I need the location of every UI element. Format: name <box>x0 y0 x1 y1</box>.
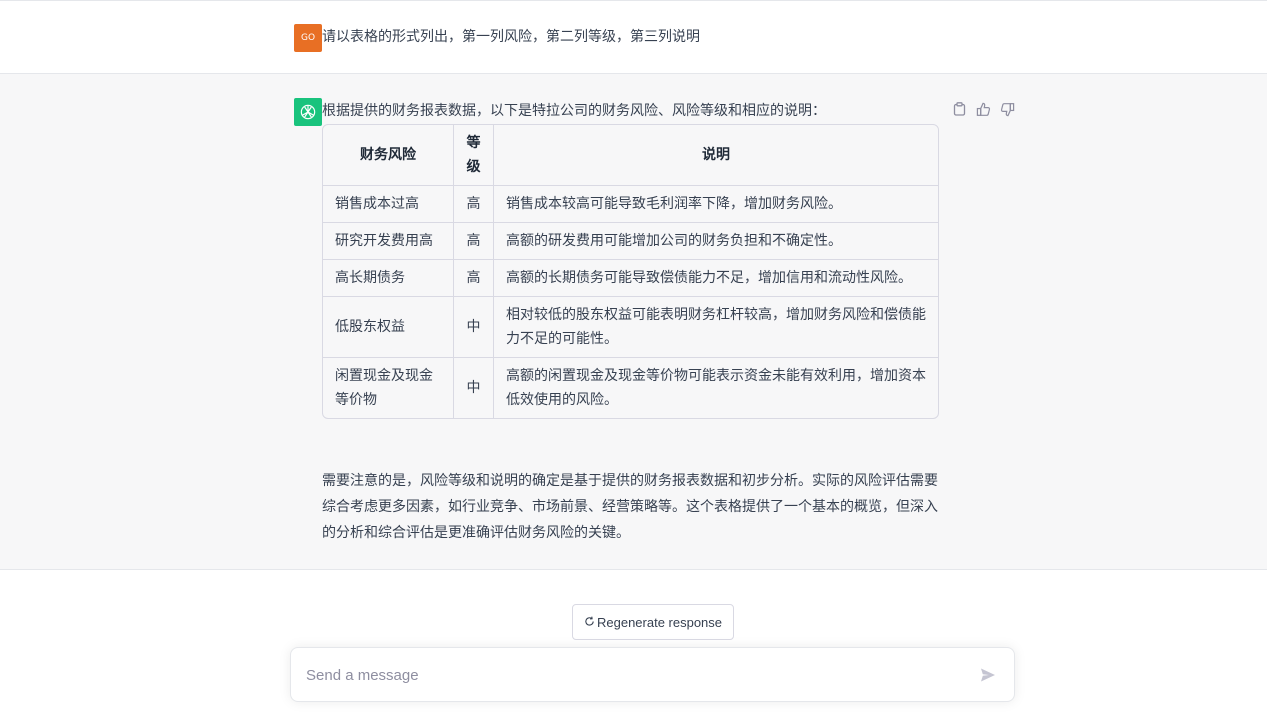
thumbs-down-icon[interactable] <box>998 100 1016 118</box>
message-actions <box>950 100 1016 118</box>
description-cell: 高额的闲置现金及现金等价物可能表示资金未能有效利用，增加资本低效使用的风险。 <box>506 368 926 408</box>
table-row: 闲置现金及现金等价物 中 高额的闲置现金及现金等价物可能表示资金未能有效利用，增… <box>323 358 938 418</box>
risk-table: 财务风险 等级 说明 销售成本过高 高 销售成本较高可能导致毛利润率下降，增加财… <box>322 124 939 419</box>
user-avatar: GO <box>294 24 322 52</box>
description-cell: 销售成本较高可能导致毛利润率下降，增加财务风险。 <box>494 186 938 223</box>
refresh-icon <box>584 615 595 630</box>
header-level: 等级 <box>454 125 494 186</box>
risk-cell: 高长期债务 <box>323 260 454 297</box>
risk-cell: 研究开发费用高 <box>323 223 454 260</box>
table-row: 销售成本过高 高 销售成本较高可能导致毛利润率下降，增加财务风险。 <box>323 186 938 223</box>
message-composer <box>290 647 1015 702</box>
user-message-text: 请以表格的形式列出，第一列风险，第二列等级，第三列说明 <box>322 29 700 45</box>
risk-cell: 闲置现金及现金等价物 <box>323 358 454 418</box>
level-cell: 高 <box>454 260 494 297</box>
regenerate-label: Regenerate response <box>596 614 723 630</box>
level-cell: 中 <box>454 358 494 418</box>
table-row: 低股东权益 中 相对较低的股东权益可能表明财务杠杆较高，增加财务风险和偿债能力不… <box>323 297 938 358</box>
risk-cell: 销售成本过高 <box>323 186 454 223</box>
header-risk: 财务风险 <box>323 125 454 186</box>
risk-cell: 低股东权益 <box>323 297 454 358</box>
table-header-row: 财务风险 等级 说明 <box>323 125 938 186</box>
assistant-note-text: 需要注意的是，风险等级和说明的确定是基于提供的财务报表数据和初步分析。实际的风险… <box>322 473 938 541</box>
header-description: 说明 <box>494 125 938 186</box>
level-cell: 高 <box>454 223 494 260</box>
copy-icon[interactable] <box>950 100 968 118</box>
level-cell: 高 <box>454 186 494 223</box>
thumbs-up-icon[interactable] <box>974 100 992 118</box>
message-input[interactable] <box>306 664 946 686</box>
send-icon[interactable] <box>977 664 999 686</box>
description-cell: 高额的研发费用可能增加公司的财务负担和不确定性。 <box>494 223 938 260</box>
regenerate-response-button[interactable]: Regenerate response <box>572 604 734 640</box>
assistant-message-row: 根据提供的财务报表数据，以下是特拉公司的财务风险、风险等级和相应的说明： 财务风… <box>0 74 1267 570</box>
assistant-intro-text: 根据提供的财务报表数据，以下是特拉公司的财务风险、风险等级和相应的说明： <box>322 103 826 119</box>
level-cell: 中 <box>454 297 494 358</box>
description-cell: 相对较低的股东权益可能表明财务杠杆较高，增加财务风险和偿债能力不足的可能性。 <box>494 297 938 358</box>
table-row: 高长期债务 高 高额的长期债务可能导致偿债能力不足，增加信用和流动性风险。 <box>323 260 938 297</box>
user-message-row: GO 请以表格的形式列出，第一列风险，第二列等级，第三列说明 <box>0 1 1267 74</box>
description-cell: 高额的长期债务可能导致偿债能力不足，增加信用和流动性风险。 <box>494 260 938 297</box>
table-row: 研究开发费用高 高 高额的研发费用可能增加公司的财务负担和不确定性。 <box>323 223 938 260</box>
chatgpt-logo-icon <box>294 98 322 126</box>
